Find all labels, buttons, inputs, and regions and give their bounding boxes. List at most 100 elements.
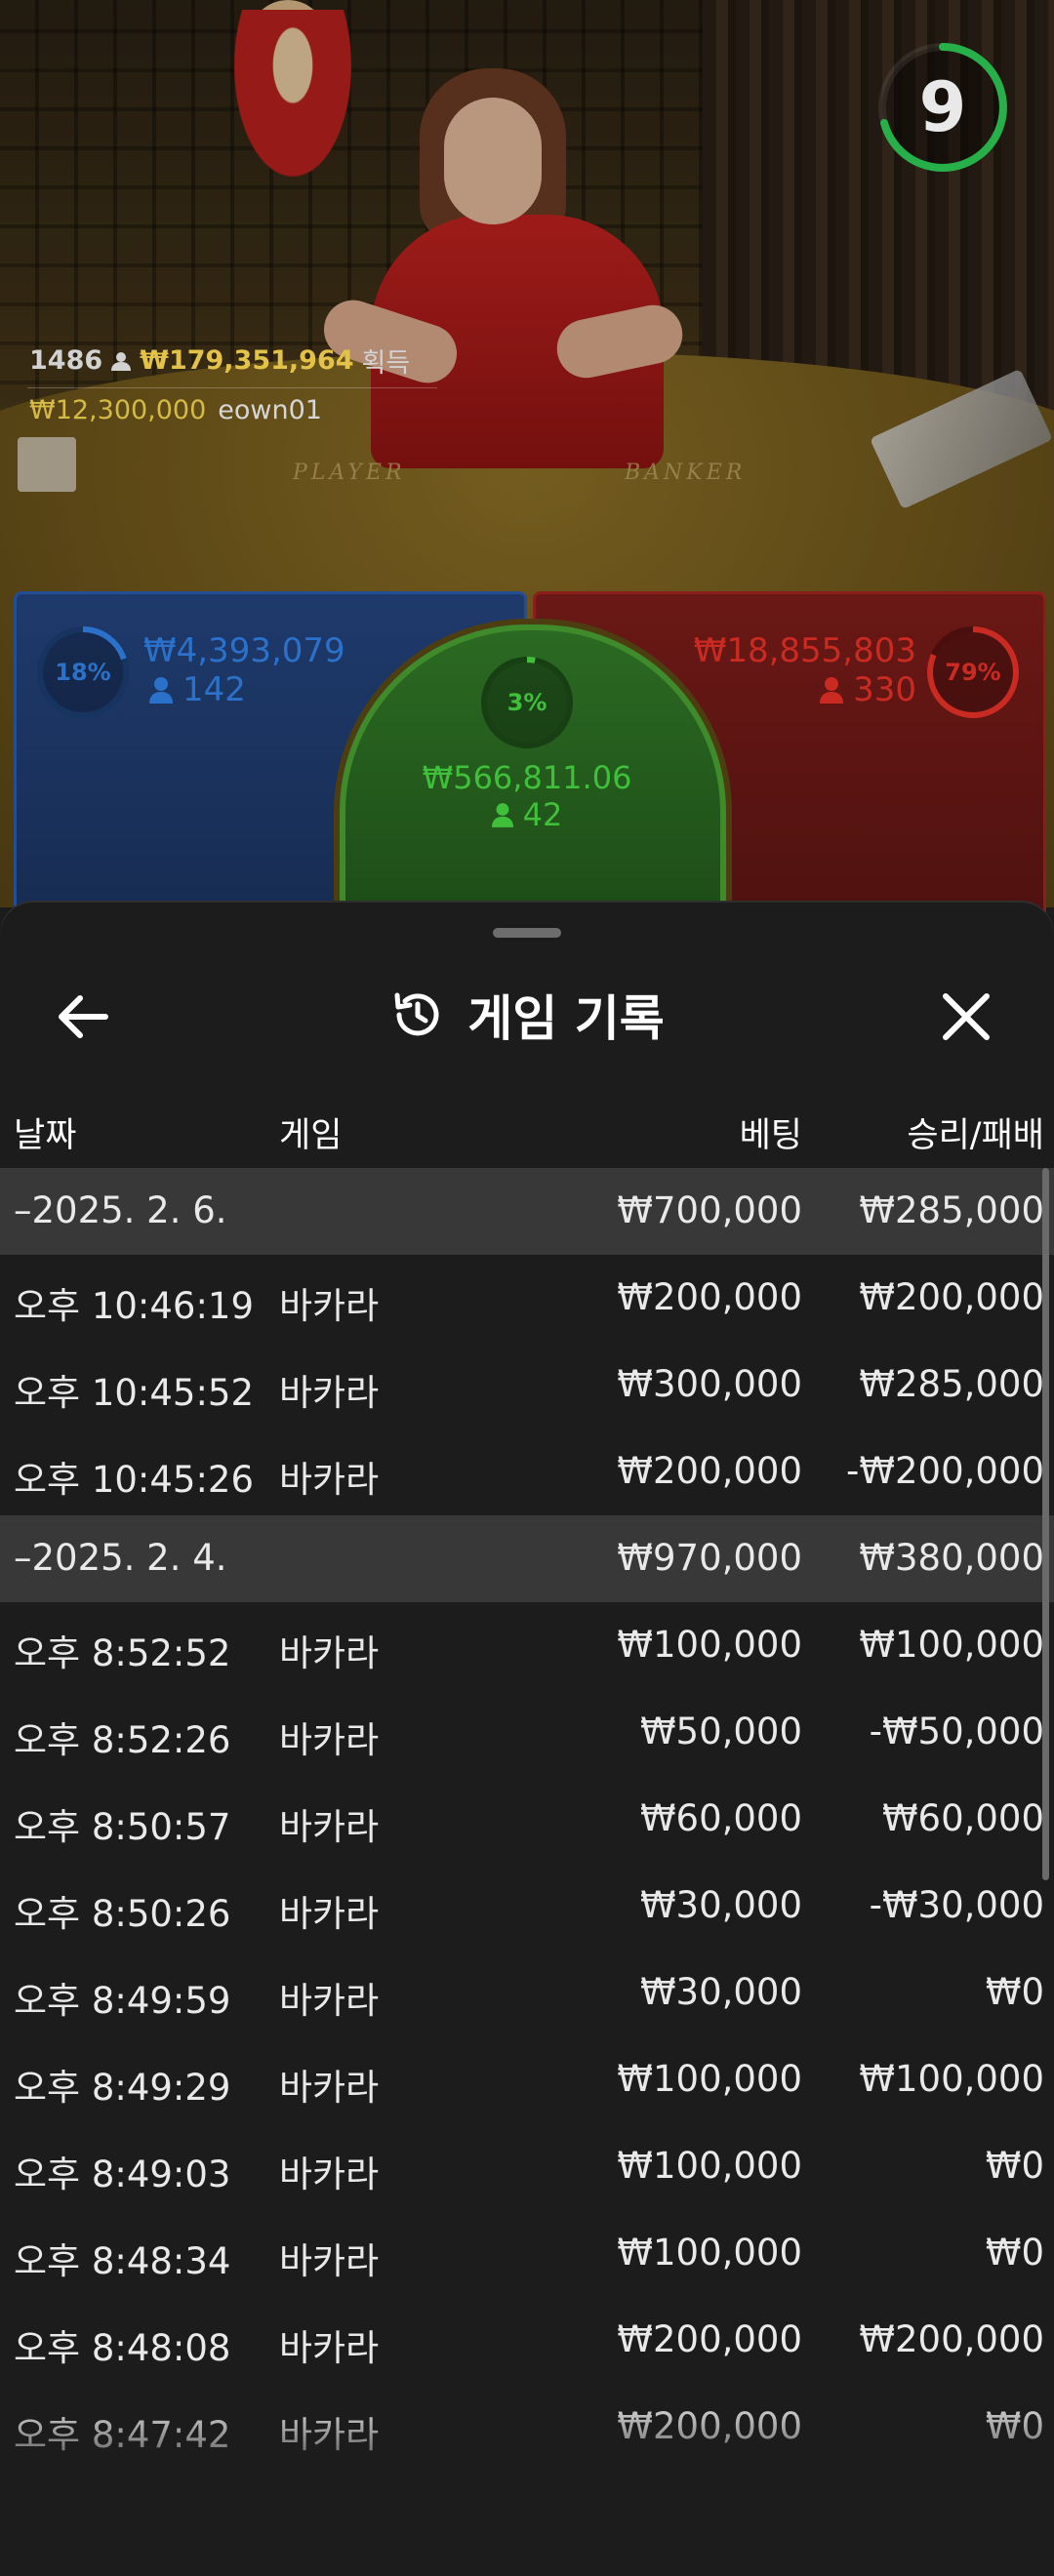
- row-game: 바카라: [279, 1806, 380, 1848]
- row-result: ₩0: [985, 2145, 1044, 2187]
- date-group-row[interactable]: –2025. 2. 4. ₩970,000 ₩380,000: [0, 1515, 1054, 1602]
- player-percent-ring: 18%: [34, 624, 132, 721]
- row-result: ₩285,000: [859, 1189, 1044, 1231]
- row-game: 바카라: [279, 2240, 380, 2282]
- row-result: ₩0: [985, 2232, 1044, 2274]
- tie-bet-amount: ₩566,811.06: [422, 759, 632, 796]
- banker-bet-amount: ₩18,855,803: [693, 631, 916, 670]
- row-bet: ₩30,000: [639, 1884, 802, 1926]
- players-count: 1486: [29, 345, 103, 376]
- row-result: ₩100,000: [859, 1624, 1044, 1666]
- row-bet: ₩200,000: [617, 2318, 802, 2360]
- row-bet: ₩100,000: [617, 1624, 802, 1666]
- row-date: 오후 10:45:26: [14, 1459, 255, 1501]
- row-date: 오후 8:49:29: [14, 2067, 231, 2109]
- banker-percent-ring: 79%: [924, 624, 1022, 721]
- banker-count-value: 330: [853, 670, 916, 709]
- player-count-value: 142: [182, 670, 246, 709]
- history-row: 오후 8:50:57 바카라 ₩60,000 ₩60,000: [0, 1776, 1054, 1863]
- row-bet: ₩30,000: [639, 1971, 802, 2013]
- column-bet: 베팅: [739, 1116, 802, 1155]
- row-date: 오후 8:49:59: [14, 1980, 231, 2022]
- timer-value: 9: [918, 67, 967, 147]
- tie-count-value: 42: [522, 796, 563, 833]
- row-date: 오후 10:46:19: [14, 1285, 255, 1327]
- row-game: 바카라: [279, 1285, 380, 1327]
- last-win-amount: ₩12,300,000: [29, 395, 207, 425]
- arrow-left-icon: [59, 995, 108, 1038]
- row-result: ₩200,000: [859, 2318, 1044, 2360]
- history-row: 오후 10:45:26 바카라 ₩200,000 -₩200,000: [0, 1429, 1054, 1515]
- history-row: 오후 8:50:26 바카라 ₩30,000 -₩30,000: [0, 1863, 1054, 1950]
- user-icon: [149, 677, 173, 704]
- stats-divider: [27, 387, 437, 388]
- banker-percent: 79%: [945, 659, 1001, 686]
- row-date: 오후 8:50:57: [14, 1806, 231, 1848]
- column-game: 게임: [279, 1116, 343, 1155]
- column-result: 승리/패배: [907, 1116, 1044, 1155]
- total-won: ₩179,351,964: [140, 345, 354, 376]
- row-game: 바카라: [279, 2067, 380, 2109]
- history-row: 오후 8:48:34 바카라 ₩100,000 ₩0: [0, 2210, 1054, 2297]
- row-result: ₩285,000: [859, 1363, 1044, 1405]
- row-result: ₩60,000: [881, 1797, 1044, 1839]
- row-date: 오후 8:50:26: [14, 1893, 231, 1935]
- row-result: ₩380,000: [859, 1537, 1044, 1579]
- row-result: -₩30,000: [869, 1884, 1044, 1926]
- list-fade: [0, 2395, 1054, 2576]
- history-row: 오후 8:49:59 바카라 ₩30,000 ₩0: [0, 1950, 1054, 2036]
- date-group-row[interactable]: –2025. 2. 6. ₩700,000 ₩285,000: [0, 1168, 1054, 1255]
- tie-percent-ring: 3%: [478, 654, 576, 751]
- row-game: 바카라: [279, 1632, 380, 1674]
- row-date: 오후 8:48:34: [14, 2240, 231, 2282]
- row-date: 오후 8:52:52: [14, 1632, 231, 1674]
- players-stats: 1486 ₩179,351,964 획득: [29, 342, 410, 380]
- close-icon: [943, 993, 990, 1040]
- history-row: 오후 8:52:52 바카라 ₩100,000 ₩100,000: [0, 1602, 1054, 1689]
- history-row: 오후 8:52:26 바카라 ₩50,000 -₩50,000: [0, 1689, 1054, 1776]
- history-row: 오후 10:45:52 바카라 ₩300,000 ₩285,000: [0, 1342, 1054, 1429]
- countdown-timer: 9: [874, 39, 1011, 176]
- close-button[interactable]: [932, 983, 1000, 1051]
- history-row: 오후 8:48:08 바카라 ₩200,000 ₩200,000: [0, 2297, 1054, 2384]
- history-row: 오후 8:49:29 바카라 ₩100,000 ₩100,000: [0, 2036, 1054, 2123]
- tie-percent: 3%: [507, 689, 547, 716]
- row-date: –2025. 2. 4.: [14, 1537, 227, 1579]
- sheet-grabber[interactable]: [493, 928, 561, 938]
- row-game: 바카라: [279, 2327, 380, 2369]
- row-date: 오후 8:52:26: [14, 1719, 231, 1761]
- last-win: ₩12,300,000 eown01: [29, 395, 322, 425]
- row-bet: ₩60,000: [639, 1797, 802, 1839]
- row-game: 바카라: [279, 1719, 380, 1761]
- row-result: ₩200,000: [859, 1276, 1044, 1318]
- player-percent: 18%: [55, 659, 111, 686]
- row-game: 바카라: [279, 2153, 380, 2195]
- row-game: 바카라: [279, 1372, 380, 1414]
- banker-bet-count: 330: [820, 670, 916, 709]
- history-row: 오후 8:49:03 바카라 ₩100,000 ₩0: [0, 2123, 1054, 2210]
- row-date: 오후 8:49:03: [14, 2153, 231, 2195]
- row-result: ₩0: [985, 1971, 1044, 2013]
- row-game: 바카라: [279, 1459, 380, 1501]
- history-list[interactable]: –2025. 2. 6. ₩700,000 ₩285,000 오후 10:46:19 바…: [0, 1168, 1054, 2471]
- row-bet: ₩200,000: [617, 1450, 802, 1492]
- sheet-header: 게임 기록: [0, 961, 1054, 1068]
- history-row: 오후 10:46:19 바카라 ₩200,000 ₩200,000: [0, 1255, 1054, 1342]
- scrollbar[interactable]: [1042, 1168, 1049, 1880]
- row-game: 바카라: [279, 1893, 380, 1935]
- row-bet: ₩970,000: [617, 1537, 802, 1579]
- row-game: 바카라: [279, 1980, 380, 2022]
- player-bet-count: 142: [149, 670, 246, 709]
- column-date: 날짜: [14, 1116, 77, 1155]
- player-bet-amount: ₩4,393,079: [143, 631, 345, 670]
- title-group: 게임 기록: [0, 961, 1054, 1068]
- history-sheet: 게임 기록 날짜 게임 베팅 승리/패배 –2025. 2. 6. ₩700,00…: [0, 903, 1054, 2576]
- row-bet: ₩700,000: [617, 1189, 802, 1231]
- row-bet: ₩50,000: [639, 1711, 802, 1752]
- column-headers: 날짜 게임 베팅 승리/패배: [0, 1098, 1054, 1166]
- row-bet: ₩200,000: [617, 1276, 802, 1318]
- back-button[interactable]: [49, 983, 117, 1051]
- row-result: -₩200,000: [846, 1450, 1044, 1492]
- row-bet: ₩100,000: [617, 2145, 802, 2187]
- won-label: 획득: [361, 348, 411, 379]
